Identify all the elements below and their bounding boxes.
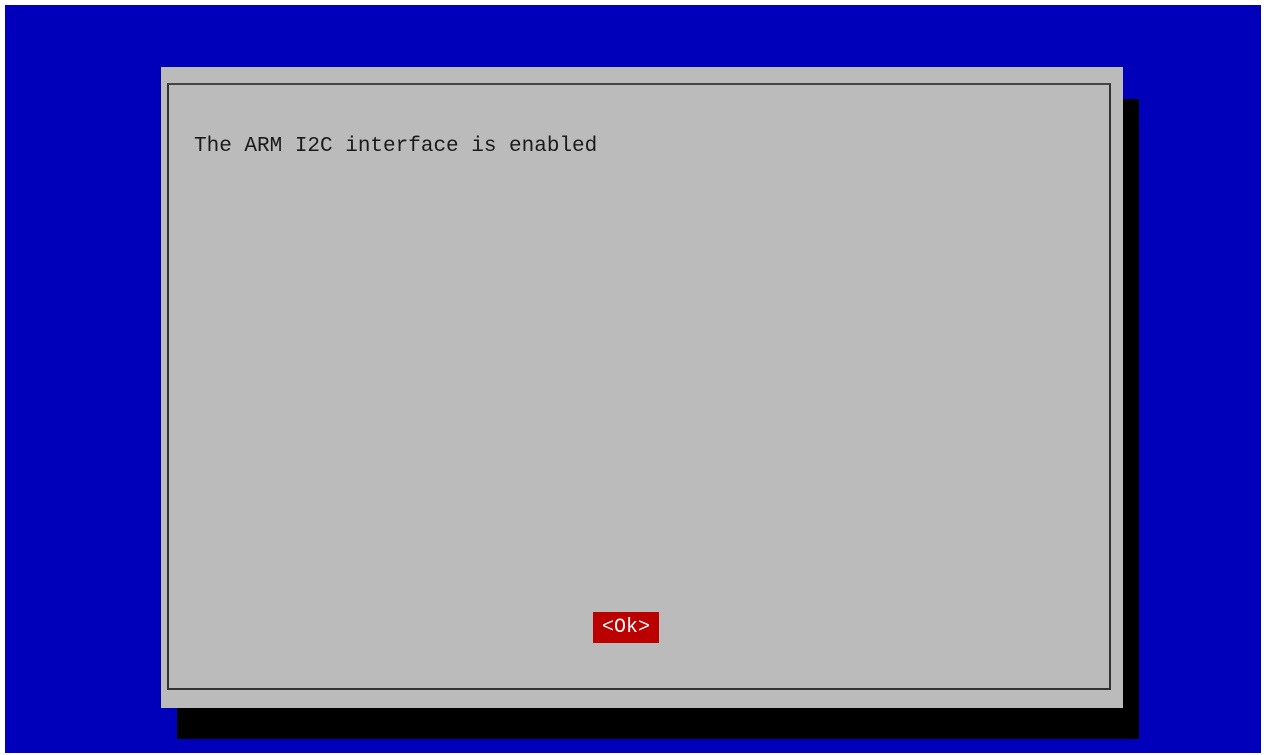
ok-button[interactable]: <Ok> [593,612,659,643]
message-dialog: The ARM I2C interface is enabled <Ok> [161,67,1123,708]
terminal-screen: The ARM I2C interface is enabled <Ok> [5,5,1261,753]
dialog-border [167,83,1111,690]
dialog-message: The ARM I2C interface is enabled [194,135,598,158]
